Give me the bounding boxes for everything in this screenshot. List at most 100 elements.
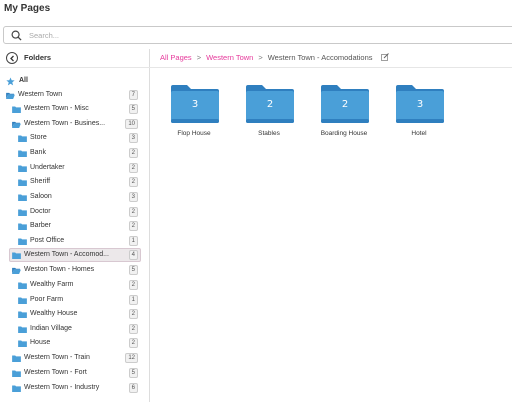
sidebar-item-label: Indian Village — [30, 325, 72, 332]
folder-card[interactable]: 2 Boarding House — [314, 84, 374, 156]
star-icon — [6, 77, 15, 86]
sidebar-item[interactable]: Western Town - Industry 6 — [12, 382, 138, 396]
sidebar-item[interactable]: Sheriff 2 — [18, 176, 138, 190]
count-badge: 2 — [128, 221, 138, 231]
sidebar-item[interactable]: Store 3 — [18, 132, 138, 146]
chevron-left-icon — [10, 55, 14, 62]
breadcrumb-current: Western Town - Accomodations — [267, 53, 373, 62]
sidebar-item[interactable]: Bank 2 — [18, 147, 138, 161]
folder-icon — [18, 209, 27, 216]
folder-icon — [12, 355, 21, 362]
folder-icon — [12, 385, 21, 392]
sidebar-item[interactable]: House 2 — [18, 337, 138, 351]
count-badge: 2 — [128, 207, 138, 217]
sidebar-item[interactable]: Western Town - Train 12 — [12, 352, 138, 366]
count-badge: 2 — [128, 148, 138, 158]
count-badge: 2 — [128, 309, 138, 319]
sidebar-item[interactable]: Western Town - Misc 5 — [12, 103, 138, 117]
collapse-sidebar-button[interactable] — [6, 52, 18, 64]
folder-icon — [18, 238, 27, 245]
count-badge: 3 — [128, 192, 138, 202]
sidebar-item-label: Doctor — [30, 208, 51, 215]
sidebar-item-label: Western Town - Fort — [24, 369, 87, 376]
sidebar-item-label: Undertaker — [30, 164, 65, 171]
folder-page-count: 2 — [266, 99, 274, 110]
sidebar-item-label: House — [30, 339, 51, 346]
page-title: My Pages — [4, 3, 51, 14]
count-badge: 5 — [128, 368, 138, 378]
count-badge: 5 — [128, 104, 138, 114]
folder-icon — [18, 340, 27, 347]
breadcrumb-parent[interactable]: Western Town — [206, 53, 253, 62]
sidebar-item-all[interactable]: All — [6, 75, 138, 89]
sidebar-item[interactable]: Western Town - Accomod... 4 — [9, 248, 141, 263]
count-badge: 12 — [125, 353, 138, 363]
sidebar-item[interactable]: Wealthy House 2 — [18, 308, 138, 322]
count-badge: 5 — [128, 265, 138, 275]
sidebar-item[interactable]: Indian Village 2 — [18, 323, 138, 337]
sidebar-item[interactable]: Weston Town - Homes 5 — [12, 264, 138, 278]
folder-icon — [18, 194, 27, 201]
count-badge: 10 — [125, 119, 138, 129]
sidebar-item-label: All — [19, 77, 28, 84]
folder-icon — [18, 165, 27, 172]
header-divider — [0, 67, 512, 68]
sidebar-item[interactable]: Wealthy Farm 2 — [18, 279, 138, 293]
sidebar-item[interactable]: Doctor 2 — [18, 206, 138, 220]
sidebar-item[interactable]: Barber 2 — [18, 220, 138, 234]
sidebar-item[interactable]: Saloon 3 — [18, 191, 138, 205]
count-badge: 1 — [128, 236, 138, 246]
sidebar-item-label: Sheriff — [30, 178, 51, 185]
folder-name: Hotel — [411, 130, 427, 137]
count-badge: 2 — [128, 280, 138, 290]
sidebar-item-label: Western Town - Misc — [24, 105, 89, 112]
folder-name: Boarding House — [320, 130, 368, 137]
count-badge: 2 — [128, 338, 138, 348]
sidebar-item[interactable]: Western Town 7 — [6, 89, 138, 103]
sidebar-item-label: Western Town - Accomod... — [24, 251, 109, 258]
sidebar-item-label: Western Town - Train — [24, 354, 90, 361]
folder-icon — [18, 326, 27, 333]
folder-icon — [18, 135, 27, 142]
folder-page-count: 3 — [191, 99, 199, 110]
breadcrumb: All Pages > Western Town > Western Town - Ac… — [160, 53, 389, 62]
folder-icon — [18, 282, 27, 289]
folder-icon — [12, 252, 21, 259]
count-badge: 6 — [128, 383, 138, 393]
folder-page-count: 3 — [416, 99, 424, 110]
folder-card[interactable]: 3 Flop House — [164, 84, 224, 156]
sidebar-item[interactable]: Undertaker 2 — [18, 162, 138, 176]
search-bar[interactable] — [3, 26, 512, 44]
sidebar-item[interactable]: Post Office 1 — [18, 235, 138, 249]
sidebar-item-label: Weston Town - Homes — [24, 266, 95, 273]
folder-name: Stables — [258, 130, 280, 137]
edit-icon[interactable] — [380, 53, 389, 61]
folder-card[interactable]: 3 Hotel — [389, 84, 449, 156]
folder-card[interactable]: 2 Stables — [239, 84, 299, 156]
sidebar-item-label: Western Town - Busines... — [24, 120, 106, 127]
sidebar-item-label: Poor Farm — [30, 296, 64, 303]
sidebar-item-label: Barber — [30, 222, 52, 229]
count-badge: 1 — [128, 295, 138, 305]
folder-icon — [18, 297, 27, 304]
sidebar-item[interactable]: Western Town - Busines... 10 — [12, 118, 138, 132]
folder-name: Flop House — [177, 130, 211, 137]
folder-icon — [12, 106, 21, 113]
chevron-right-icon: > — [196, 53, 202, 62]
folders-header: Folders — [0, 49, 148, 67]
search-input[interactable] — [29, 29, 329, 42]
folder-open-icon — [12, 121, 21, 128]
folder-icon — [18, 223, 27, 230]
folder-icon — [18, 150, 27, 157]
sidebar-item[interactable]: Poor Farm 1 — [18, 294, 138, 308]
folder-open-icon — [12, 267, 21, 274]
count-badge: 2 — [128, 324, 138, 334]
sidebar-item[interactable]: Western Town - Fort 5 — [12, 367, 138, 381]
count-badge: 7 — [128, 90, 138, 100]
sidebar-item-label: Western Town — [18, 91, 63, 98]
chevron-right-icon: > — [258, 53, 263, 62]
breadcrumb-root[interactable]: All Pages — [160, 53, 192, 62]
sidebar-item-label: Wealthy House — [30, 310, 78, 317]
folders-title: Folders — [24, 53, 52, 62]
folder-page-count: 2 — [341, 99, 349, 110]
